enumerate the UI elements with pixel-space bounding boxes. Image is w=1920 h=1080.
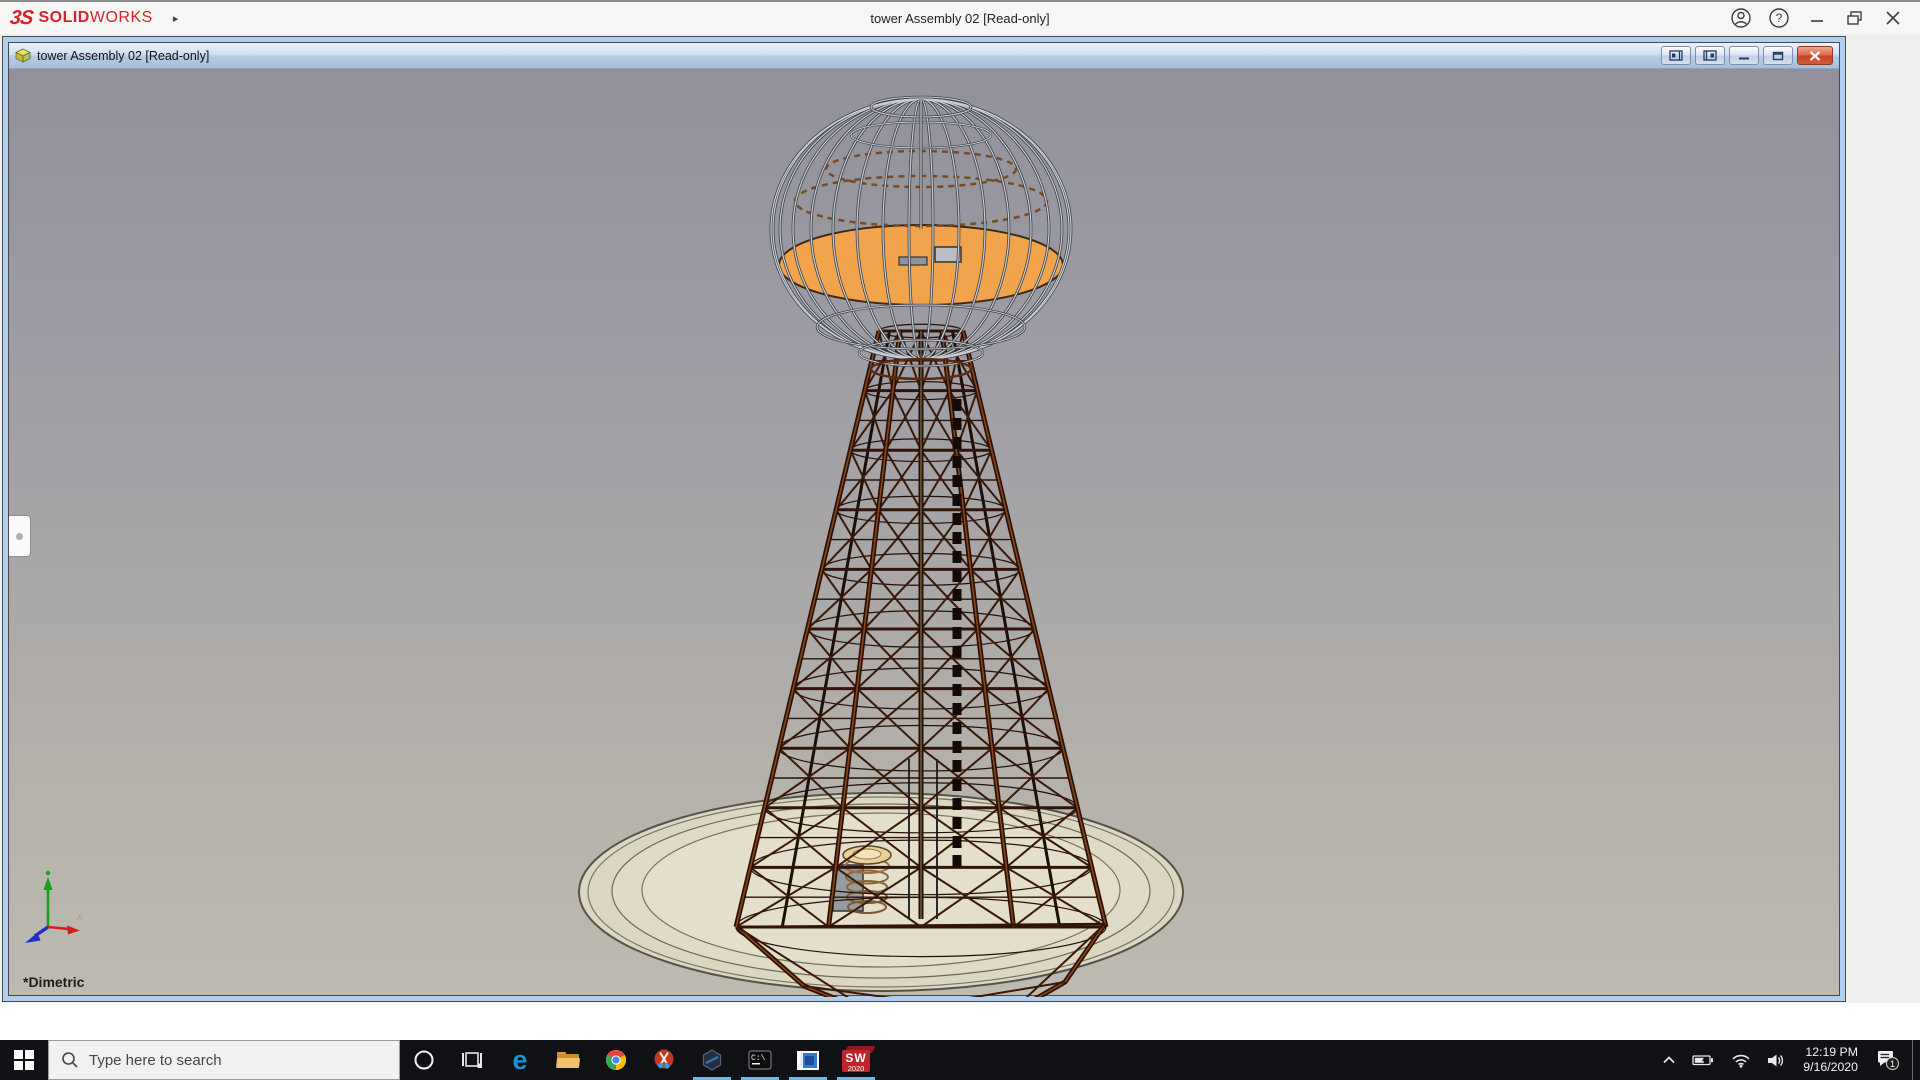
show-desktop-button[interactable] [1912, 1040, 1918, 1080]
app-canvas-strip [0, 1003, 1920, 1040]
pane-right-icon [1703, 50, 1717, 61]
tower-assembly-model [9, 69, 1841, 997]
document-window: tower Assembly 02 [Read-only] [2, 36, 1846, 1002]
app-titlebar: 3S SOLIDWORKS ▸ tower Assembly 02 [Read-… [0, 0, 1920, 34]
tray-time: 12:19 PM [1805, 1045, 1858, 1060]
doc-pane-left-button[interactable] [1661, 46, 1691, 65]
speaker-icon [1767, 1053, 1786, 1068]
chevron-up-icon [1662, 1054, 1676, 1066]
svg-text:?: ? [1776, 11, 1783, 25]
app-window-title: tower Assembly 02 [Read-only] [0, 11, 1920, 26]
tray-overflow-button[interactable] [1657, 1040, 1681, 1080]
help-button[interactable]: ? [1764, 5, 1794, 31]
battery-status[interactable] [1687, 1040, 1720, 1080]
blue-window-app-icon [796, 1050, 820, 1071]
windows-logo-icon [14, 1050, 34, 1070]
tray-date: 9/16/2020 [1803, 1060, 1858, 1075]
document-titlebar[interactable]: tower Assembly 02 [Read-only] [9, 43, 1839, 69]
dassault-3s-icon: 3S [8, 7, 34, 30]
taskbar-search[interactable] [48, 1040, 400, 1080]
doc-minimize-button[interactable] [1729, 46, 1759, 65]
account-button[interactable] [1726, 5, 1756, 31]
task-view-button[interactable] [448, 1040, 496, 1080]
edge-button[interactable]: e [496, 1040, 544, 1080]
restore-button[interactable] [1840, 5, 1870, 31]
taskbar: e [0, 1040, 1920, 1080]
action-center-icon: 1 [1875, 1049, 1901, 1071]
scissors-app-icon [653, 1049, 675, 1071]
blue-window-app-button[interactable] [784, 1040, 832, 1080]
start-button[interactable] [0, 1040, 48, 1080]
collapsed-panel-tab[interactable] [9, 515, 31, 557]
hexagon-app-icon [701, 1049, 723, 1071]
doc-minimize-icon [1738, 51, 1750, 61]
wifi-icon [1731, 1053, 1751, 1068]
file-explorer-icon [556, 1050, 580, 1070]
network-status[interactable] [1726, 1040, 1756, 1080]
command-prompt-button[interactable]: C:\ [736, 1040, 784, 1080]
y-axis-arrow [44, 877, 53, 890]
capture-tool-button[interactable] [640, 1040, 688, 1080]
doc-restore-button[interactable] [1763, 46, 1793, 65]
model-viewport[interactable]: x *Dimetric [9, 69, 1839, 995]
document-title: tower Assembly 02 [Read-only] [37, 49, 209, 63]
pane-left-icon [1669, 50, 1683, 61]
close-icon [1885, 10, 1901, 26]
cortana-button[interactable] [400, 1040, 448, 1080]
search-icon [61, 1051, 79, 1069]
file-explorer-button[interactable] [544, 1040, 592, 1080]
action-center-button[interactable]: 1 [1870, 1040, 1906, 1080]
x-axis-label: x [77, 911, 83, 923]
solidworks-logo: 3S SOLIDWORKS ▸ [0, 2, 188, 34]
view-orientation-label: *Dimetric [23, 974, 84, 990]
minimize-button[interactable] [1802, 5, 1832, 31]
orientation-triad [9, 865, 139, 975]
x-axis-arrow [67, 926, 80, 935]
svg-text:C:\: C:\ [751, 1054, 766, 1063]
doc-pane-right-button[interactable] [1695, 46, 1725, 65]
battery-charging-icon [1692, 1053, 1715, 1067]
doc-close-icon [1809, 51, 1821, 61]
menu-flyout-arrow-icon[interactable]: ▸ [173, 12, 179, 25]
solidworks-wordmark: SOLIDWORKS [38, 9, 152, 27]
solidworks-2020-icon: SW 2020 [841, 1045, 871, 1075]
solidworks-taskbar-button[interactable]: SW 2020 [832, 1040, 880, 1080]
doc-close-button[interactable] [1797, 46, 1833, 65]
restore-icon [1846, 9, 1864, 27]
edge-icon: e [512, 1047, 527, 1074]
task-view-icon [461, 1049, 483, 1071]
search-input[interactable] [89, 1052, 369, 1069]
account-icon [1730, 7, 1752, 29]
chrome-button[interactable] [592, 1040, 640, 1080]
close-button[interactable] [1878, 5, 1908, 31]
notification-badge: 1 [1890, 1059, 1895, 1069]
tray-clock[interactable]: 12:19 PM 9/16/2020 [1797, 1045, 1864, 1075]
assembly-doc-icon [15, 48, 31, 63]
volume-status[interactable] [1762, 1040, 1791, 1080]
help-icon: ? [1768, 7, 1790, 29]
minimize-icon [1809, 10, 1825, 26]
cortana-icon [413, 1049, 435, 1071]
chrome-icon [605, 1049, 627, 1071]
hexagon-app-button[interactable] [688, 1040, 736, 1080]
command-prompt-icon: C:\ [748, 1050, 772, 1070]
panel-tab-dot-icon [16, 533, 23, 540]
doc-restore-icon [1772, 51, 1784, 61]
